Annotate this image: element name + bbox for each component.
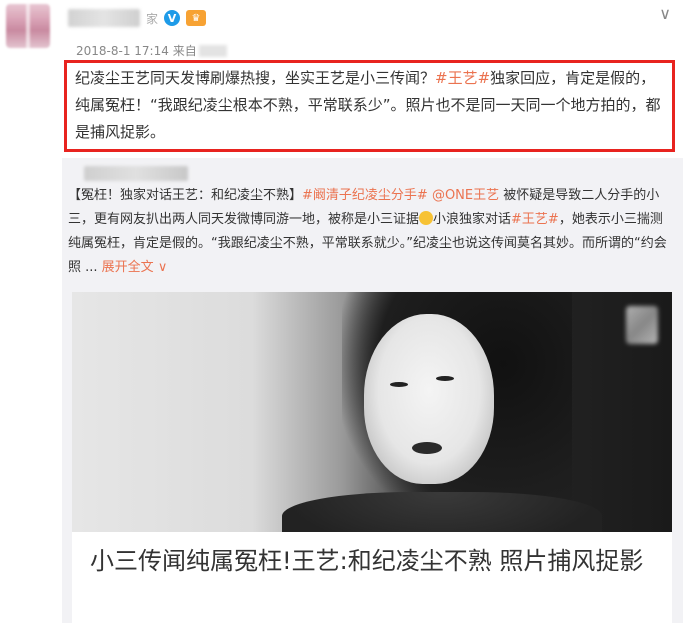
username-blurred[interactable]	[68, 9, 140, 27]
user-row: 家 V ♛	[68, 7, 207, 29]
photo-lips	[412, 442, 442, 454]
photo-jacket	[282, 492, 602, 532]
post-source-blurred	[198, 44, 227, 57]
post-timestamp[interactable]: 2018-8-1 17:14	[76, 44, 169, 58]
hashtag-link[interactable]: #王艺#	[435, 69, 490, 87]
expand-label: 展开全文	[101, 260, 154, 275]
emoji-icon	[419, 211, 434, 225]
post-meta: 2018-8-1 17:14 来自	[76, 42, 227, 59]
article-card-title[interactable]: 小三传闻纯属冤枉!王艺:和纪凌尘不熟 照片捕风捉影	[90, 544, 660, 578]
verified-icon: V	[164, 10, 181, 26]
username-suffix[interactable]: 家	[146, 10, 158, 27]
photo-eye-left	[390, 382, 408, 387]
repost-text-part3: 小浪独家对话	[433, 212, 512, 227]
repost-text-part1: 【冤枉！独家对话王艺：和纪凌尘不熟】	[68, 188, 303, 203]
photo-face	[364, 314, 494, 484]
repost-container: 【冤枉！独家对话王艺：和纪凌尘不熟】#阚清子纪凌尘分手# @ONE王艺 被怀疑是…	[62, 158, 683, 623]
post-source-label: 来自	[172, 44, 197, 58]
repost-hashtag-link[interactable]: #阚清子纪凌尘分手#	[302, 188, 428, 203]
avatar[interactable]	[6, 4, 50, 48]
repost-text: 【冤枉！独家对话王艺：和纪凌尘不熟】#阚清子纪凌尘分手# @ONE王艺 被怀疑是…	[68, 184, 674, 280]
repost-username-blurred[interactable]	[84, 165, 188, 181]
post-text-highlight: 纪凌尘王艺同天发博刷爆热搜，坐实王艺是小三传闻？#王艺#独家回应，肯定是假的，纯…	[64, 60, 675, 152]
photo-eye-right	[436, 376, 454, 381]
vip-crown-icon: ♛	[186, 10, 207, 26]
repost-hashtag-link-2[interactable]: #王艺#	[511, 212, 559, 227]
post-menu-chevron-icon[interactable]: ∨	[659, 4, 671, 23]
expand-full-text-link[interactable]: 展开全文 ∨	[102, 260, 168, 275]
watermark-blurred-icon	[626, 306, 658, 344]
expand-chevron-icon: ∨	[157, 260, 168, 275]
post-text-part1: 纪凌尘王艺同天发博刷爆热搜，坐实王艺是小三传闻？	[75, 69, 436, 87]
article-photo[interactable]	[72, 292, 672, 532]
repost-mention-link[interactable]: @ONE王艺	[432, 188, 499, 203]
article-card[interactable]: 小三传闻纯属冤枉!王艺:和纪凌尘不熟 照片捕风捉影	[72, 292, 672, 623]
repost-header	[84, 164, 188, 182]
